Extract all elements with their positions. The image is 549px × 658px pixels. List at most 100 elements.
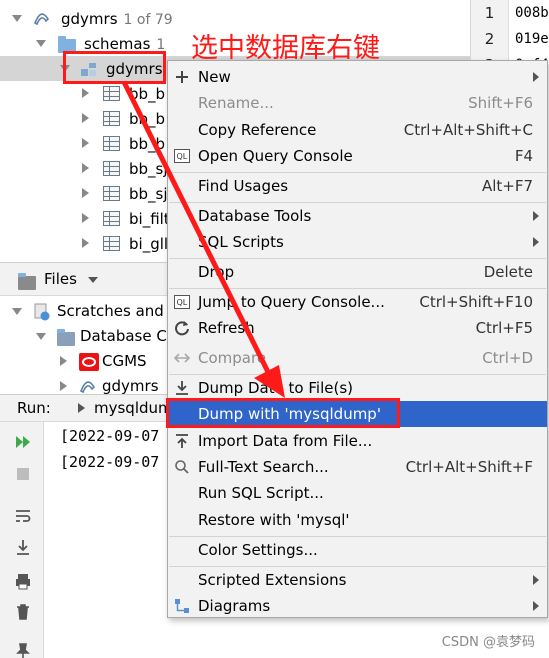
run-toolbar: [0, 422, 44, 658]
scroll-to-end-icon[interactable]: [14, 538, 32, 556]
chevron-right-icon[interactable]: [82, 138, 89, 148]
table-label: bb_b: [129, 134, 166, 153]
table-label: bb_sj: [129, 159, 168, 178]
run-panel-header: Run: mysqldum: [0, 394, 173, 422]
submenu-arrow-icon: [533, 72, 539, 82]
watermark: CSDN @袁梦码: [441, 635, 535, 650]
chevron-right-icon[interactable]: [60, 356, 67, 366]
files-title[interactable]: Files: [44, 270, 77, 288]
submenu-arrow-icon: [533, 211, 539, 221]
download-icon: [174, 380, 190, 396]
chevron-right-icon[interactable]: [82, 163, 89, 173]
soft-wrap-icon[interactable]: [14, 507, 32, 525]
svg-text:QL: QL: [177, 152, 188, 161]
table-label: bb_sj: [129, 184, 168, 203]
menu-item-copy-reference[interactable]: Copy Reference Ctrl+Alt+Shift+C: [168, 117, 547, 143]
menu-item-drop[interactable]: Drop Delete: [168, 259, 547, 285]
table-icon: [103, 236, 120, 251]
run-config-tab[interactable]: mysqldum: [94, 399, 173, 417]
output-line: [2022-09-07: [60, 453, 160, 471]
files-item-label: CGMS: [102, 352, 147, 370]
trash-icon[interactable]: [14, 603, 32, 621]
files-item-gdymrs[interactable]: gdymrs: [0, 374, 170, 394]
chevron-right-icon[interactable]: [82, 113, 89, 123]
table-icon: [103, 186, 120, 201]
menu-item-compare[interactable]: Compare Ctrl+D: [168, 345, 547, 371]
query-console-icon: QL: [174, 294, 190, 310]
svg-text:QL: QL: [177, 298, 188, 307]
menu-item-new[interactable]: New: [168, 64, 547, 90]
table-label: bi_gll: [129, 234, 169, 253]
chevron-right-icon[interactable]: [82, 213, 89, 223]
annotation-text: 选中数据库右键: [191, 33, 380, 64]
table-row[interactable]: 2 019e: [471, 26, 549, 52]
chevron-down-icon[interactable]: [12, 308, 22, 315]
menu-item-full-text-search[interactable]: Full-Text Search... Ctrl+Alt+Shift+F: [168, 454, 547, 480]
menu-item-open-query-console[interactable]: QL Open Query Console F4: [168, 143, 547, 169]
table-row[interactable]: 1 008b: [471, 0, 549, 26]
stop-icon[interactable]: [14, 465, 32, 483]
tree-root-count: 1 of 79: [123, 11, 173, 28]
menu-item-sql-scripts[interactable]: SQL Scripts: [168, 229, 547, 255]
chevron-right-icon[interactable]: [82, 88, 89, 98]
output-line: [2022-09-07: [60, 427, 160, 445]
query-console-icon: QL: [174, 148, 190, 164]
chevron-down-icon[interactable]: [88, 277, 98, 283]
plus-icon: [174, 69, 190, 85]
table-icon: [103, 111, 120, 126]
table-label: bi_filt: [129, 209, 170, 228]
menu-item-diagrams[interactable]: Diagrams: [168, 593, 547, 619]
chevron-right-icon[interactable]: [82, 238, 89, 248]
tree-schemas-label: schemas: [84, 34, 151, 53]
submenu-arrow-icon: [533, 575, 539, 585]
chevron-down-icon[interactable]: [12, 15, 22, 22]
folder-icon: [57, 329, 75, 346]
pin-icon[interactable]: [14, 642, 32, 658]
table-label: bb_b: [129, 84, 166, 103]
table-icon: [103, 136, 120, 151]
files-item-label: Scratches and C: [57, 302, 170, 320]
chevron-right-icon[interactable]: [60, 381, 67, 391]
files-item-cgms[interactable]: CGMS: [0, 349, 170, 374]
annotation-box-schema: [63, 51, 166, 84]
menu-item-restore-with-mysql[interactable]: Restore with 'mysql': [168, 507, 547, 533]
table-icon: [103, 161, 120, 176]
cell-value[interactable]: 019e: [509, 31, 549, 47]
menu-item-color-settings[interactable]: Color Settings...: [168, 537, 547, 563]
files-panel-header: Files: [0, 262, 170, 296]
folder-icon: [18, 273, 36, 290]
run-label: Run:: [17, 399, 51, 417]
menu-item-database-tools[interactable]: Database Tools: [168, 203, 547, 229]
rerun-icon[interactable]: [14, 433, 32, 451]
annotation-box-dump: [166, 398, 400, 428]
row-number: 2: [471, 26, 509, 52]
table-icon: [103, 211, 120, 226]
menu-item-import-data-from-file[interactable]: Import Data from File...: [168, 428, 547, 454]
files-item-label: gdymrs: [102, 377, 159, 394]
menu-item-rename[interactable]: Rename... Shift+F6: [168, 90, 547, 116]
tree-root-label: gdymrs: [61, 9, 118, 28]
table-icon: [103, 86, 120, 101]
menu-item-scripted-extensions[interactable]: Scripted Extensions: [168, 567, 547, 593]
table-label: bb_b: [129, 109, 166, 128]
search-icon: [174, 459, 190, 475]
scratches-icon: [34, 303, 50, 321]
submenu-arrow-icon: [533, 601, 539, 611]
cell-value[interactable]: 008b: [509, 5, 549, 21]
menu-item-run-sql-script[interactable]: Run SQL Script...: [168, 480, 547, 506]
submenu-arrow-icon: [533, 237, 539, 247]
menu-item-jump-to-query-console[interactable]: QL Jump to Query Console... Ctrl+Shift+F…: [168, 289, 547, 315]
files-tree: Scratches and C Database Co CGMS gdymrs: [0, 296, 170, 394]
menu-item-refresh[interactable]: Refresh Ctrl+F5: [168, 315, 547, 341]
menu-item-find-usages[interactable]: Find Usages Alt+F7: [168, 173, 547, 199]
files-item-scratches[interactable]: Scratches and C: [0, 299, 170, 324]
print-icon[interactable]: [14, 572, 32, 590]
files-item-label: Database Co: [80, 327, 170, 345]
chevron-down-icon[interactable]: [36, 333, 46, 340]
mysql-icon: [33, 13, 50, 26]
chevron-right-icon[interactable]: [82, 188, 89, 198]
chevron-down-icon[interactable]: [36, 40, 46, 47]
files-item-database-consoles[interactable]: Database Co: [0, 324, 170, 349]
compare-icon: [174, 350, 190, 366]
context-menu: New Rename... Shift+F6 Copy Reference Ct…: [167, 60, 548, 618]
